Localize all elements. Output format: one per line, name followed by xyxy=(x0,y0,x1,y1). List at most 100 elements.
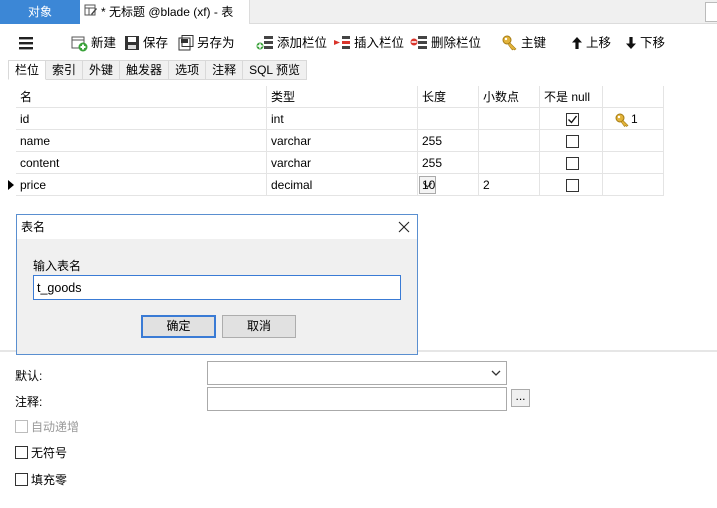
field-type-cell[interactable]: decimal xyxy=(267,174,418,196)
key-order: 1 xyxy=(631,112,638,126)
key-icon xyxy=(502,35,517,51)
save-button-label: 保存 xyxy=(143,36,169,50)
table-row[interactable]: price decimal 10 2 xyxy=(8,174,664,196)
save-as-button[interactable]: 另存为 xyxy=(178,30,235,56)
tab-objects[interactable]: 对象 xyxy=(0,0,80,24)
new-button[interactable]: 新建 xyxy=(71,30,116,56)
comment-edit-button[interactable]: ... xyxy=(511,389,530,407)
move-down-button[interactable]: 下移 xyxy=(625,30,665,56)
header-key xyxy=(603,86,664,108)
header-name: 名 xyxy=(16,86,267,108)
auto-increment-box[interactable] xyxy=(15,420,28,433)
not-null-checkbox[interactable] xyxy=(566,157,579,170)
primary-key-button[interactable]: 主键 xyxy=(502,30,546,56)
unsigned-label: 无符号 xyxy=(31,446,68,460)
default-select[interactable] xyxy=(207,361,507,385)
arrow-down-icon xyxy=(626,37,636,49)
close-icon xyxy=(398,221,410,233)
chevron-down-icon xyxy=(491,370,501,376)
primary-key-button-label: 主键 xyxy=(521,36,547,50)
table-row[interactable]: content varchar 255 xyxy=(16,152,664,174)
tab-options[interactable]: 选项 xyxy=(169,60,207,80)
primary-key-icon xyxy=(615,113,629,127)
default-label: 默认: xyxy=(15,369,43,383)
delete-column-button-label: 删除栏位 xyxy=(431,36,482,50)
field-key-cell xyxy=(603,152,664,174)
header-not-null: 不是 null xyxy=(540,86,603,108)
field-type-cell[interactable]: varchar xyxy=(267,130,418,152)
field-decimals-cell[interactable] xyxy=(479,152,540,174)
field-name-cell[interactable]: id xyxy=(16,108,267,130)
field-decimals-cell[interactable] xyxy=(479,108,540,130)
auto-increment-checkbox[interactable]: 自动递增 xyxy=(15,418,79,435)
insert-column-icon xyxy=(334,36,350,49)
comment-label: 注释: xyxy=(15,395,43,409)
close-button[interactable] xyxy=(395,218,413,236)
field-decimals-cell[interactable] xyxy=(479,130,540,152)
field-decimals-cell[interactable]: 2 xyxy=(479,174,540,196)
zerofill-box[interactable] xyxy=(15,473,28,486)
field-type-cell[interactable]: int xyxy=(267,108,418,130)
field-name-cell[interactable]: name xyxy=(16,130,267,152)
tab-foreign-keys[interactable]: 外键 xyxy=(83,60,121,80)
field-type-cell[interactable]: varchar xyxy=(267,152,418,174)
save-icon xyxy=(125,36,139,50)
tab-indexes[interactable]: 索引 xyxy=(46,60,84,80)
cancel-button[interactable]: 取消 xyxy=(222,315,296,338)
unsigned-box[interactable] xyxy=(15,446,28,459)
add-column-icon xyxy=(256,36,273,50)
field-length-cell[interactable] xyxy=(418,108,479,130)
field-name-cell[interactable]: price xyxy=(16,174,267,196)
table-name-dialog: 表名 输入表名 确定 取消 xyxy=(16,214,418,355)
not-null-checkbox[interactable] xyxy=(566,179,579,192)
add-column-button-label: 添加栏位 xyxy=(277,36,328,50)
tab-overflow[interactable] xyxy=(705,2,717,22)
hamburger-icon xyxy=(19,37,33,50)
save-button[interactable]: 保存 xyxy=(124,30,168,56)
table-row[interactable]: id int 1 xyxy=(16,108,664,130)
table-name-input[interactable] xyxy=(33,275,401,300)
tab-triggers[interactable]: 触发器 xyxy=(120,60,170,80)
tab-untitled-table[interactable]: * 无标题 @blade (xf) - 表 xyxy=(80,0,250,24)
menu-button[interactable] xyxy=(18,30,37,56)
new-table-icon xyxy=(71,36,88,51)
current-row-marker-icon xyxy=(8,180,14,190)
move-up-button[interactable]: 上移 xyxy=(571,30,611,56)
move-down-button-label: 下移 xyxy=(640,36,666,50)
field-length-cell[interactable]: 10 xyxy=(418,174,479,196)
not-null-checkbox[interactable] xyxy=(566,113,579,126)
header-length: 长度 xyxy=(418,86,479,108)
new-button-label: 新建 xyxy=(91,36,117,50)
fields-grid: 名 类型 长度 小数点 不是 null id int 1 name varcha… xyxy=(8,86,664,196)
insert-column-button[interactable]: 插入栏位 xyxy=(333,30,404,56)
field-name-cell[interactable]: content xyxy=(16,152,267,174)
field-length-cell[interactable]: 255 xyxy=(418,130,479,152)
dialog-titlebar[interactable]: 表名 xyxy=(17,215,417,239)
not-null-checkbox[interactable] xyxy=(566,135,579,148)
header-type: 类型 xyxy=(267,86,418,108)
delete-column-button[interactable]: 删除栏位 xyxy=(410,30,481,56)
delete-column-icon xyxy=(410,36,427,49)
move-up-button-label: 上移 xyxy=(586,36,612,50)
comment-input[interactable] xyxy=(207,387,507,411)
table-design-icon xyxy=(84,1,98,25)
tab-fields[interactable]: 栏位 xyxy=(8,60,47,80)
header-decimals: 小数点 xyxy=(479,86,540,108)
field-length-cell[interactable]: 255 xyxy=(418,152,479,174)
unsigned-checkbox[interactable]: 无符号 xyxy=(15,444,67,461)
toolbar: 新建 保存 另存为 添加栏位 插入栏位 删除栏位 主键 上移 下移 xyxy=(0,30,717,56)
field-key-cell: 1 xyxy=(603,108,664,130)
add-column-button[interactable]: 添加栏位 xyxy=(256,30,327,56)
tab-comment[interactable]: 注释 xyxy=(206,60,244,80)
arrow-up-icon xyxy=(572,37,582,49)
tab-sql-preview[interactable]: SQL 预览 xyxy=(243,60,307,80)
zerofill-checkbox[interactable]: 填充零 xyxy=(15,471,67,488)
insert-column-button-label: 插入栏位 xyxy=(354,36,405,50)
designer-tabs: 栏位 索引 外键 触发器 选项 注释 SQL 预览 xyxy=(8,60,307,80)
ok-button[interactable]: 确定 xyxy=(141,315,216,338)
table-name-prompt: 输入表名 xyxy=(33,259,82,273)
field-key-cell xyxy=(603,174,664,196)
checkmark-icon xyxy=(568,115,578,124)
table-row[interactable]: name varchar 255 xyxy=(16,130,664,152)
save-as-icon xyxy=(178,35,194,51)
